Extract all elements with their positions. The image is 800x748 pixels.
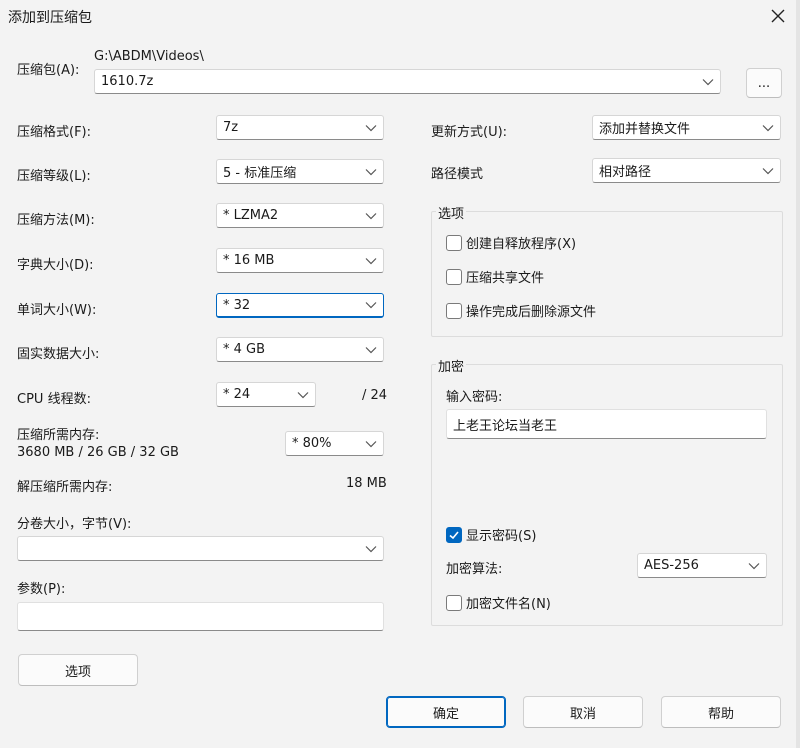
shared-label: 压缩共享文件 (466, 271, 545, 286)
params-input[interactable] (17, 602, 384, 631)
threads-value: * 24 (223, 387, 251, 402)
options-group-title: 选项 (436, 203, 467, 222)
checkbox-box (446, 268, 462, 285)
encrypt-names-label: 加密文件名(N) (466, 597, 551, 612)
browse-button[interactable]: ... (746, 68, 782, 98)
sfx-checkbox[interactable]: 创建自释放程序(X) (446, 233, 576, 252)
dict-value: * 16 MB (223, 253, 275, 268)
cancel-button[interactable]: 取消 (523, 696, 643, 728)
password-input[interactable]: 上老王论坛当老王 (446, 409, 767, 439)
window-title: 添加到压缩包 (8, 10, 92, 26)
method-value: * LZMA2 (223, 208, 279, 223)
update-combo[interactable]: 添加并替换文件 (592, 115, 781, 140)
word-label: 单词大小(W): (17, 303, 97, 318)
chevron-down-icon (365, 302, 377, 309)
format-combo[interactable]: 7z (216, 115, 384, 140)
word-combo[interactable]: * 32 (216, 293, 384, 318)
update-value: 添加并替换文件 (599, 122, 691, 137)
delete-checkbox[interactable]: 操作完成后删除源文件 (446, 301, 596, 320)
chevron-down-icon (748, 562, 760, 569)
archive-path: G:\ABDM\Videos\ (94, 49, 204, 64)
mem-decompress-value: 18 MB (346, 476, 387, 491)
mem-usage-value: * 80% (292, 436, 332, 451)
pathmode-value: 相对路径 (599, 165, 652, 180)
checkbox-box-checked (446, 526, 462, 543)
archive-name-combo[interactable]: 1610.7z (94, 69, 721, 94)
options-button[interactable]: 选项 (18, 654, 138, 686)
checkbox-box (446, 234, 462, 251)
pathmode-label: 路径模式 (431, 167, 484, 182)
options-button-label: 选项 (64, 664, 91, 680)
window-edge (796, 0, 800, 748)
word-value: * 32 (223, 297, 251, 313)
dict-combo[interactable]: * 16 MB (216, 248, 384, 273)
format-label: 压缩格式(F): (17, 125, 92, 140)
dict-label: 字典大小(D): (17, 258, 94, 273)
checkbox-box (446, 302, 462, 319)
mem-usage-combo[interactable]: * 80% (285, 431, 384, 456)
mem-compress-label: 压缩所需内存: (17, 428, 100, 443)
checkmark-icon (449, 530, 459, 539)
chevron-down-icon (702, 78, 714, 85)
method-label: 压缩方法(M): (17, 213, 95, 228)
chevron-down-icon (762, 124, 774, 131)
close-icon (771, 9, 785, 23)
cancel-button-label: 取消 (569, 706, 596, 722)
help-button[interactable]: 帮助 (661, 696, 781, 728)
mem-compress-detail: 3680 MB / 26 GB / 32 GB (17, 445, 179, 460)
encrypt-names-checkbox[interactable]: 加密文件名(N) (446, 593, 551, 612)
delete-label: 操作完成后删除源文件 (466, 305, 597, 320)
method-combo[interactable]: * LZMA2 (216, 203, 384, 228)
title-bar (0, 0, 800, 32)
chevron-down-icon (365, 124, 377, 131)
sfx-label: 创建自释放程序(X) (466, 237, 577, 252)
mem-decompress-label: 解压缩所需内存: (17, 480, 113, 495)
close-button[interactable] (760, 0, 796, 32)
chevron-down-icon (365, 212, 377, 219)
show-password-checkbox[interactable]: 显示密码(S) (446, 525, 536, 544)
help-button-label: 帮助 (707, 706, 734, 722)
format-value: 7z (223, 120, 239, 135)
chevron-down-icon (297, 391, 309, 398)
chevron-down-icon (365, 257, 377, 264)
chevron-down-icon (365, 168, 377, 175)
checkbox-box (446, 594, 462, 611)
browse-button-label: ... (757, 75, 771, 91)
encrypt-method-label: 加密算法: (446, 562, 503, 577)
archive-name-value: 1610.7z (101, 74, 154, 89)
level-value: 5 - 标准压缩 (223, 166, 297, 181)
chevron-down-icon (365, 545, 377, 552)
solid-label: 固实数据大小: (17, 347, 100, 362)
shared-checkbox[interactable]: 压缩共享文件 (446, 267, 544, 286)
threads-label: CPU 线程数: (17, 392, 91, 407)
ok-button[interactable]: 确定 (386, 696, 506, 728)
password-label: 输入密码: (446, 390, 503, 405)
archive-label: 压缩包(A): (17, 63, 80, 78)
encrypt-method-combo[interactable]: AES-256 (637, 553, 767, 578)
volume-label: 分卷大小，字节(V): (17, 517, 132, 532)
volume-combo[interactable] (17, 536, 384, 561)
level-label: 压缩等级(L): (17, 169, 91, 184)
solid-value: * 4 GB (223, 342, 266, 357)
chevron-down-icon (365, 440, 377, 447)
threads-combo[interactable]: * 24 (216, 382, 316, 407)
pathmode-combo[interactable]: 相对路径 (592, 158, 781, 183)
solid-combo[interactable]: * 4 GB (216, 337, 384, 362)
level-combo[interactable]: 5 - 标准压缩 (216, 159, 384, 184)
chevron-down-icon (365, 346, 377, 353)
ok-button-label: 确定 (432, 706, 459, 722)
encrypt-group-title: 加密 (436, 356, 467, 375)
show-password-label: 显示密码(S) (466, 529, 537, 544)
update-label: 更新方式(U): (431, 125, 508, 140)
chevron-down-icon (762, 167, 774, 174)
params-label: 参数(P): (17, 582, 66, 597)
password-value: 上老王论坛当老王 (453, 418, 558, 434)
threads-max: / 24 (362, 388, 388, 403)
encrypt-method-value: AES-256 (644, 558, 699, 573)
